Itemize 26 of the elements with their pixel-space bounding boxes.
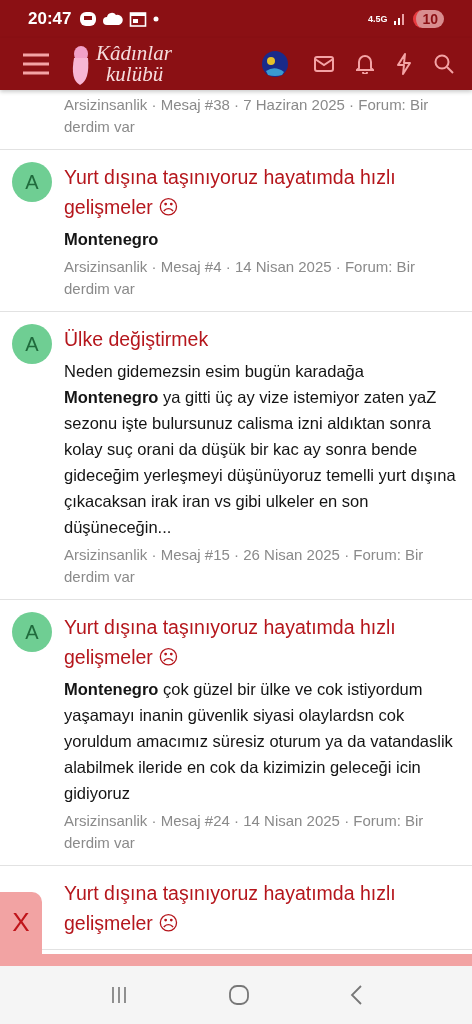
back-icon[interactable]: [348, 984, 363, 1006]
result-title[interactable]: Ülke değiştirmek: [64, 324, 460, 354]
logo-text: kulübü: [105, 64, 165, 85]
result-title[interactable]: Yurt dışına taşınıyoruz hayatımda hızlı gelişmeler ☹: [64, 878, 460, 938]
result-meta: Arsizinsanlik · Mesaj #24 · 14 Nisan 2025 · Forum: Bir derdim var: [64, 811, 425, 853]
result-snippet: Montenegro: [64, 229, 160, 250]
home-icon[interactable]: [228, 984, 250, 1006]
cloud-icon: [103, 12, 124, 26]
dot-icon: [153, 16, 160, 22]
clock: 20:47: [28, 9, 72, 29]
result-meta: Arsizinsanlik · Mesaj #38 · 7 Haziran 2025 · Forum: Bir derdim var: [64, 95, 430, 137]
user-avatar[interactable]: A: [12, 324, 52, 364]
calendar-icon: [129, 11, 148, 27]
result-meta: Arsizinsanlik · Mesaj #15 · 26 Nisan 2025 · Forum: Bir derdim var: [64, 545, 425, 587]
result-title[interactable]: Yurt dışına taşınıyoruz hayatımda hızlı gelişmeler ☹: [64, 162, 460, 222]
ad-icon: [79, 11, 98, 27]
result-snippet: Montenegro çok güzel bir ülke ve cok istiyordum yaşamayı inanin güvenlik siyasi olaylardsn cok yoruldum amacımız süresiz oturum ya da vatandaslik alabilmek ileride en cok da kizimizin geleceği icin gidiyoruz: [64, 679, 454, 804]
battery-level: 10: [413, 10, 444, 28]
logo-text: Kâdınlar: [96, 43, 172, 64]
user-avatar[interactable]: A: [12, 162, 52, 202]
user-avatar[interactable]: [262, 51, 288, 77]
result-snippet: Neden gidemezsin esim bugün karadağa Montenegro ya gitti üç ay vize istemiyor zaten yaZ sezonu işte bulursunuz calisma izni aldıktan sonra kolay suç orani da düşük bir kac ay sonra bende gideceğim yerleşmeyi düşünüyoruz temelli yurt dışına çıkacaksan irak iran vs gibi ulkeler en son düşüneceğin...: [64, 361, 457, 538]
result-title[interactable]: Yurt dışına taşınıyoruz hayatımda hızlı gelişmeler ☹: [64, 612, 460, 672]
result-meta: Arsizinsanlik · Mesaj #4 · 14 Nisan 2025 · Forum: Bir derdim var: [64, 257, 416, 299]
user-avatar[interactable]: A: [12, 612, 52, 652]
network-type: 4.5G: [367, 14, 388, 24]
